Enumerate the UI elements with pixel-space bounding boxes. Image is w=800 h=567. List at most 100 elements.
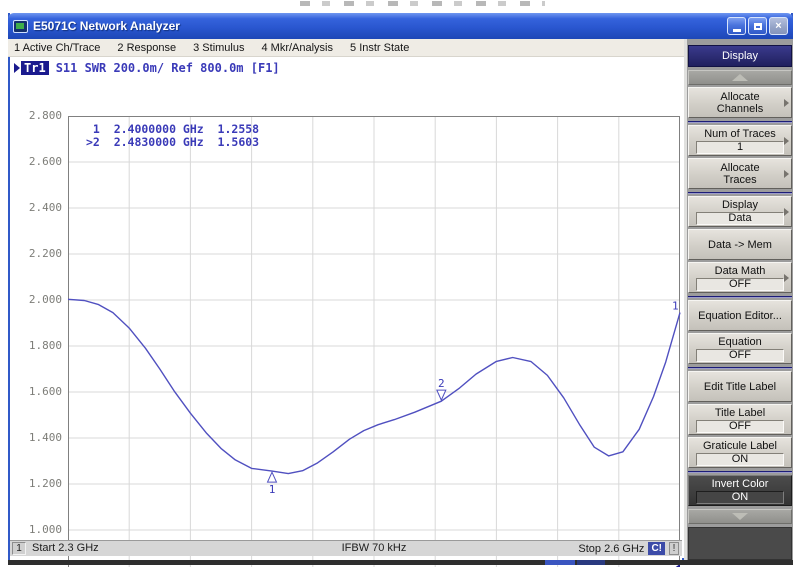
stop-frequency-label: Stop 2.6 GHz bbox=[578, 543, 644, 555]
softkey-label: Channels bbox=[717, 103, 763, 115]
softkey-equation[interactable]: EquationOFF bbox=[688, 333, 792, 364]
y-tick-label: 1.600 bbox=[29, 385, 62, 398]
content-area: Tr1 S11 SWR 200.0m/ Ref 800.0m [F1] 2.80… bbox=[10, 57, 682, 560]
cal-status-badge: C! bbox=[648, 542, 665, 555]
active-trace-arrow-icon bbox=[14, 63, 20, 73]
softkey-value: ON bbox=[696, 491, 784, 504]
y-tick-label: 2.400 bbox=[29, 201, 62, 214]
softkey-label: Allocate bbox=[720, 91, 759, 103]
y-tick-label: 2.200 bbox=[29, 247, 62, 260]
softkey-allocate-channels[interactable]: AllocateChannels bbox=[688, 87, 792, 118]
cropped-text-artifact bbox=[300, 1, 545, 6]
close-button[interactable]: × bbox=[769, 17, 788, 35]
scroll-up-button[interactable] bbox=[688, 70, 792, 85]
softkey-label: Data Math bbox=[715, 265, 766, 277]
trace-format-text: S11 SWR 200.0m/ Ref 800.0m [F1] bbox=[56, 61, 280, 75]
softkey-menu-title: Display bbox=[688, 45, 792, 67]
analyzer-window: E5071C Network Analyzer × 1 Active Ch/Tr… bbox=[8, 13, 793, 560]
softkey-group-separator bbox=[688, 367, 792, 369]
softkey-label: Equation Editor... bbox=[698, 310, 782, 322]
softkey-value: OFF bbox=[696, 278, 784, 291]
restore-button[interactable] bbox=[748, 17, 767, 35]
menu-item-5[interactable]: 5 Instr State bbox=[350, 42, 409, 54]
softkey-edit-title-label[interactable]: Edit Title Label bbox=[688, 371, 792, 402]
trace-status-line: Tr1 S11 SWR 200.0m/ Ref 800.0m [F1] bbox=[14, 60, 280, 75]
menu-item-1[interactable]: 1 Active Ch/Trace bbox=[14, 42, 100, 54]
menu-item-4[interactable]: 4 Mkr/Analysis bbox=[261, 42, 333, 54]
swr-trace-chart: 1 2 1 bbox=[68, 116, 680, 567]
softkey-graticule-label[interactable]: Graticule LabelON bbox=[688, 437, 792, 468]
chevron-up-icon bbox=[732, 74, 748, 81]
page-background: E5071C Network Analyzer × 1 Active Ch/Tr… bbox=[0, 0, 800, 567]
submenu-arrow-icon bbox=[784, 170, 789, 178]
submenu-arrow-icon bbox=[784, 208, 789, 216]
y-tick-label: 2.600 bbox=[29, 155, 62, 168]
title-bar: E5071C Network Analyzer × bbox=[8, 13, 793, 39]
softkey-allocate-traces[interactable]: AllocateTraces bbox=[688, 158, 792, 189]
taskbar-segment bbox=[577, 560, 605, 565]
marker-1-icon[interactable] bbox=[268, 472, 277, 482]
softkey-label: Equation bbox=[718, 336, 761, 348]
softkey-group-separator bbox=[688, 471, 792, 473]
trace-end-number: 1 bbox=[672, 300, 679, 313]
softkey-label: Display bbox=[722, 199, 758, 211]
softkey-display[interactable]: DisplayData bbox=[688, 196, 792, 227]
restore-icon bbox=[754, 23, 762, 30]
menu-item-3[interactable]: 3 Stimulus bbox=[193, 42, 244, 54]
softkey-group-separator bbox=[688, 192, 792, 194]
softkey-value: 1 bbox=[696, 141, 784, 154]
softkey-group-separator bbox=[688, 296, 792, 298]
sidebar-empty-panel bbox=[688, 527, 792, 560]
y-tick-label: 1.000 bbox=[29, 523, 62, 536]
y-tick-label: 1.200 bbox=[29, 477, 62, 490]
softkey-label: Title Label bbox=[715, 407, 765, 419]
minimize-button[interactable] bbox=[727, 17, 746, 35]
softkey-sidebar: Display AllocateChannelsNum of Traces1Al… bbox=[684, 39, 793, 560]
bottom-taskbar-strip bbox=[8, 560, 793, 565]
softkey-value: OFF bbox=[696, 349, 784, 362]
close-icon: × bbox=[775, 21, 781, 32]
softkey-invert-color[interactable]: Invert ColorON bbox=[688, 475, 792, 506]
softkey-label: Allocate bbox=[720, 162, 759, 174]
alert-indicator: ! bbox=[669, 542, 679, 555]
softkey-equation-editor[interactable]: Equation Editor... bbox=[688, 300, 792, 331]
grid-lines bbox=[68, 116, 680, 567]
app-icon bbox=[13, 20, 28, 33]
minimize-icon bbox=[733, 29, 741, 32]
submenu-arrow-icon bbox=[784, 274, 789, 282]
window-title: E5071C Network Analyzer bbox=[33, 19, 727, 33]
scroll-down-button[interactable] bbox=[688, 509, 792, 524]
channel-number-box: 1 bbox=[12, 542, 26, 555]
status-bar: 1 Start 2.3 GHz IFBW 70 kHz Stop 2.6 GHz… bbox=[10, 540, 682, 556]
menu-bar: 1 Active Ch/Trace 2 Response 3 Stimulus 4 M… bbox=[8, 39, 793, 57]
softkey-data-mem[interactable]: Data -> Mem bbox=[688, 229, 792, 260]
softkey-label: Num of Traces bbox=[704, 128, 776, 140]
softkey-value: OFF bbox=[696, 420, 784, 433]
y-axis-labels: 2.8002.6002.4002.2002.0001.8001.6001.400… bbox=[10, 116, 64, 567]
submenu-arrow-icon bbox=[784, 137, 789, 145]
submenu-arrow-icon bbox=[784, 99, 789, 107]
softkey-label: Edit Title Label bbox=[704, 381, 776, 393]
y-tick-label: 2.000 bbox=[29, 293, 62, 306]
softkey-label: Graticule Label bbox=[703, 440, 777, 452]
taskbar-segment bbox=[545, 560, 575, 565]
softkey-value: ON bbox=[696, 453, 784, 466]
y-tick-label: 1.400 bbox=[29, 431, 62, 444]
softkey-num-of-traces[interactable]: Num of Traces1 bbox=[688, 125, 792, 156]
plot-area[interactable]: 1 2 1 1 2.4000000 GHz 1.2558 >2 2.4830000 … bbox=[68, 116, 680, 567]
softkey-title-label[interactable]: Title LabelOFF bbox=[688, 404, 792, 435]
chevron-down-icon bbox=[732, 513, 748, 520]
trace-id-badge[interactable]: Tr1 bbox=[21, 61, 49, 75]
y-tick-label: 2.800 bbox=[29, 109, 62, 122]
menu-item-2[interactable]: 2 Response bbox=[117, 42, 176, 54]
marker-1-label: 1 bbox=[269, 483, 276, 496]
y-tick-label: 1.800 bbox=[29, 339, 62, 352]
softkey-label: Traces bbox=[723, 174, 756, 186]
softkey-label: Invert Color bbox=[712, 478, 769, 490]
marker-2-label: 2 bbox=[438, 377, 445, 390]
softkey-group-separator bbox=[688, 121, 792, 123]
marker-readout: 1 2.4000000 GHz 1.2558 >2 2.4830000 GHz … bbox=[86, 123, 259, 149]
softkey-data-math[interactable]: Data MathOFF bbox=[688, 262, 792, 293]
softkey-label: Data -> Mem bbox=[708, 239, 772, 251]
softkey-value: Data bbox=[696, 212, 784, 225]
